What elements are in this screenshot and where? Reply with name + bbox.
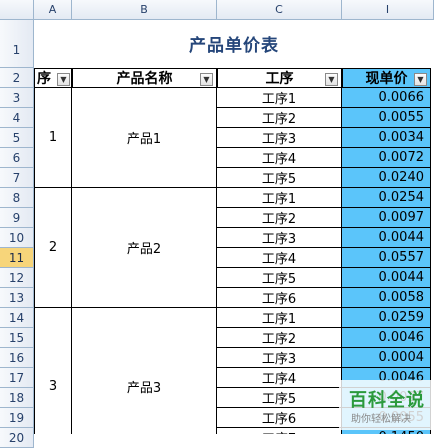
header-product[interactable]: 产品名称 ▼ bbox=[72, 68, 217, 88]
process-cell[interactable]: 工序5 bbox=[217, 168, 342, 188]
process-cell[interactable]: 工序6 bbox=[217, 408, 342, 428]
row-header-19[interactable]: 19 bbox=[0, 408, 34, 428]
row-header-5[interactable]: 5 bbox=[0, 128, 34, 148]
header-price[interactable]: 现单价 ▼ bbox=[342, 68, 431, 88]
group-product-3[interactable]: 产品3 bbox=[72, 308, 217, 434]
price-cell[interactable]: 0.0557 bbox=[342, 248, 431, 268]
process-cell[interactable]: 工序6 bbox=[217, 288, 342, 308]
price-cell[interactable]: 0.0034 bbox=[342, 128, 431, 148]
column-header-c[interactable]: C bbox=[217, 0, 342, 20]
row-header-15[interactable]: 15 bbox=[0, 328, 34, 348]
row-header-12[interactable]: 12 bbox=[0, 268, 34, 288]
price-cell[interactable]: 0.0259 bbox=[342, 308, 431, 328]
price-cell[interactable]: 0.0066 bbox=[342, 88, 431, 108]
price-cell[interactable]: 0.0004 bbox=[342, 348, 431, 368]
process-cell[interactable]: 工序5 bbox=[217, 268, 342, 288]
process-cell[interactable]: 工序1 bbox=[217, 308, 342, 328]
row-header-7[interactable]: 7 bbox=[0, 168, 34, 188]
header-product-label: 产品名称 bbox=[116, 71, 173, 87]
row-header-14[interactable]: 14 bbox=[0, 308, 34, 328]
header-price-label: 现单价 bbox=[365, 71, 408, 87]
filter-dropdown-seq[interactable]: ▼ bbox=[57, 73, 70, 86]
header-process-label: 工序 bbox=[265, 71, 294, 87]
row-header-13[interactable]: 13 bbox=[0, 288, 34, 308]
process-cell[interactable]: 工序7 bbox=[217, 428, 342, 434]
row-header-10[interactable]: 10 bbox=[0, 228, 34, 248]
price-cell[interactable]: 0.0097 bbox=[342, 208, 431, 228]
filter-dropdown-price[interactable]: ▼ bbox=[414, 73, 427, 86]
row-header-9[interactable]: 9 bbox=[0, 208, 34, 228]
column-header-i[interactable]: I bbox=[342, 0, 434, 20]
header-seq-label: 序 bbox=[37, 71, 51, 87]
price-cell[interactable]: 0.0046 bbox=[342, 328, 431, 348]
row-header-2[interactable]: 2 bbox=[0, 68, 34, 88]
row-header-8[interactable]: 8 bbox=[0, 188, 34, 208]
row-header-16[interactable]: 16 bbox=[0, 348, 34, 368]
process-cell[interactable]: 工序3 bbox=[217, 228, 342, 248]
filter-dropdown-process[interactable]: ▼ bbox=[325, 73, 338, 86]
price-cell[interactable]: 0.0055 bbox=[342, 108, 431, 128]
process-cell[interactable]: 工序2 bbox=[217, 328, 342, 348]
column-header-b[interactable]: B bbox=[72, 0, 217, 20]
price-cell[interactable]: 0.0058 bbox=[342, 288, 431, 308]
process-cell[interactable]: 工序5 bbox=[217, 388, 342, 408]
process-cell[interactable]: 工序4 bbox=[217, 368, 342, 388]
row-header-3[interactable]: 3 bbox=[0, 88, 34, 108]
process-cell[interactable]: 工序2 bbox=[217, 208, 342, 228]
watermark-overlay: 百科全说 助你轻松解决 bbox=[339, 380, 434, 430]
row-header-6[interactable]: 6 bbox=[0, 148, 34, 168]
group-product-2[interactable]: 产品2 bbox=[72, 188, 217, 308]
price-cell[interactable]: 0.0072 bbox=[342, 148, 431, 168]
row-header-4[interactable]: 4 bbox=[0, 108, 34, 128]
watermark-subtitle: 助你轻松解决 bbox=[351, 414, 411, 425]
row-header-17[interactable]: 17 bbox=[0, 368, 34, 388]
price-cell[interactable]: 0.0254 bbox=[342, 188, 431, 208]
header-seq[interactable]: 序 ▼ bbox=[34, 68, 72, 88]
row-header-11[interactable]: 11 bbox=[0, 248, 34, 268]
column-header-a[interactable]: A bbox=[34, 0, 72, 20]
row-header-20[interactable]: 20 bbox=[0, 428, 34, 448]
process-cell[interactable]: 工序4 bbox=[217, 248, 342, 268]
group-seq-3[interactable]: 3 bbox=[34, 308, 72, 434]
worksheet-grid[interactable]: 产品单价表 序 ▼ 产品名称 ▼ 工序 ▼ 现单价 ▼ 1 产品1 2 产品2 … bbox=[34, 20, 434, 434]
process-cell[interactable]: 工序4 bbox=[217, 148, 342, 168]
process-cell[interactable]: 工序3 bbox=[217, 348, 342, 368]
process-cell[interactable]: 工序1 bbox=[217, 88, 342, 108]
group-seq-1[interactable]: 1 bbox=[34, 88, 72, 188]
process-cell[interactable]: 工序3 bbox=[217, 128, 342, 148]
price-cell[interactable]: 0.0044 bbox=[342, 228, 431, 248]
process-cell[interactable]: 工序1 bbox=[217, 188, 342, 208]
process-cell[interactable]: 工序2 bbox=[217, 108, 342, 128]
group-seq-2[interactable]: 2 bbox=[34, 188, 72, 308]
row-header-18[interactable]: 18 bbox=[0, 388, 34, 408]
row-header-1[interactable]: 1 bbox=[0, 20, 34, 68]
sheet-title[interactable]: 产品单价表 bbox=[34, 20, 434, 68]
price-cell[interactable]: 0.0240 bbox=[342, 168, 431, 188]
header-process[interactable]: 工序 ▼ bbox=[217, 68, 342, 88]
watermark-title: 百科全说 bbox=[349, 390, 425, 411]
filter-dropdown-product[interactable]: ▼ bbox=[200, 73, 213, 86]
price-cell[interactable]: 0.0044 bbox=[342, 268, 431, 288]
select-all-corner[interactable] bbox=[0, 0, 34, 20]
group-product-1[interactable]: 产品1 bbox=[72, 88, 217, 188]
